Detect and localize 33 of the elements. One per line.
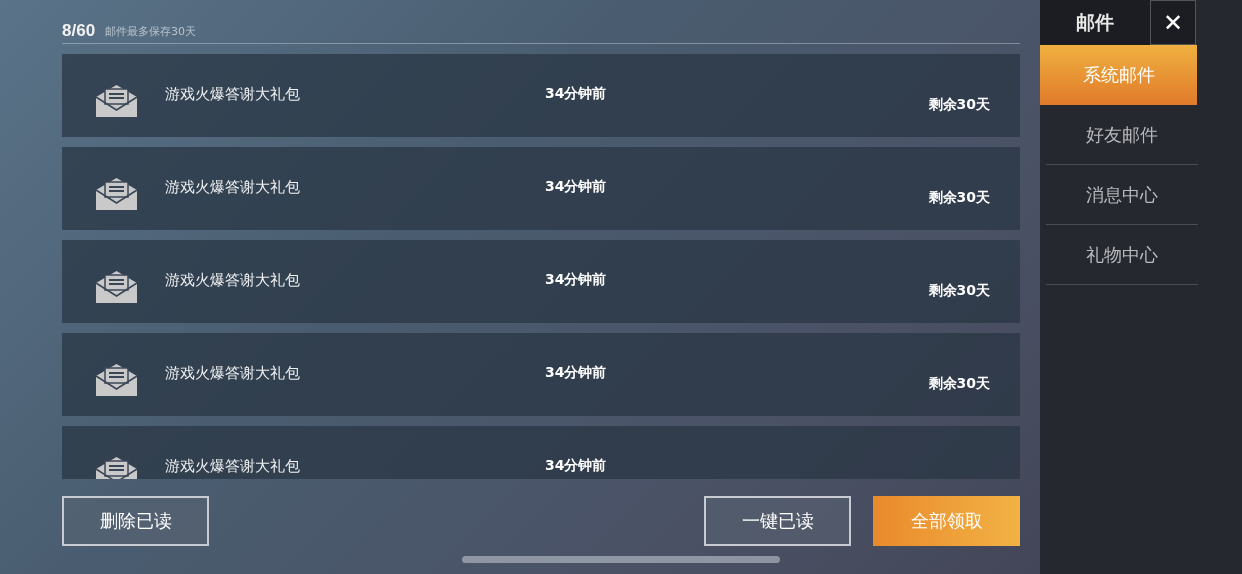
mail-count: 8/60	[62, 21, 96, 41]
expiry-label: 剩余30天	[928, 282, 990, 300]
sidebar-tab[interactable]: 好友邮件	[1046, 105, 1198, 165]
mail-time: 34分钟前	[545, 457, 608, 475]
expiry-label: 剩余30天	[928, 375, 990, 393]
mail-row[interactable]: 游戏火爆答谢大礼包 34分钟前	[62, 426, 1020, 479]
mail-title: 游戏火爆答谢大礼包	[165, 364, 301, 383]
expiry-label: 剩余30天	[928, 96, 990, 114]
mail-time: 34分钟前	[545, 271, 608, 289]
sidebar-tab[interactable]: 礼物中心	[1046, 225, 1198, 285]
delete-read-button[interactable]: 删除已读	[62, 496, 209, 546]
envelope-icon	[94, 176, 139, 210]
mark-read-button[interactable]: 一键已读	[704, 496, 851, 546]
storage-note: 邮件最多保存30天	[105, 24, 197, 40]
mail-row[interactable]: 游戏火爆答谢大礼包 34分钟前 剩余30天	[62, 147, 1020, 230]
mail-time: 34分钟前	[545, 364, 608, 382]
mail-title: 游戏火爆答谢大礼包	[165, 271, 301, 290]
envelope-icon	[94, 83, 139, 117]
envelope-icon	[94, 455, 139, 479]
mail-title: 游戏火爆答谢大礼包	[165, 85, 301, 104]
sidebar-tab[interactable]: 消息中心	[1046, 165, 1198, 225]
mail-time: 34分钟前	[545, 85, 608, 103]
mail-row[interactable]: 游戏火爆答谢大礼包 34分钟前 剩余30天	[62, 54, 1020, 137]
envelope-icon	[94, 269, 139, 303]
envelope-icon	[94, 362, 139, 396]
mail-time: 34分钟前	[545, 178, 608, 196]
mail-panel-title: 邮件	[1040, 0, 1150, 45]
mail-title: 游戏火爆答谢大礼包	[165, 457, 301, 476]
expiry-label: 剩余30天	[928, 189, 990, 207]
mail-row[interactable]: 游戏火爆答谢大礼包 34分钟前 剩余30天	[62, 240, 1020, 323]
close-button[interactable]: ✕	[1150, 0, 1196, 45]
mail-title: 游戏火爆答谢大礼包	[165, 178, 301, 197]
mail-row[interactable]: 游戏火爆答谢大礼包 34分钟前 剩余30天	[62, 333, 1020, 416]
